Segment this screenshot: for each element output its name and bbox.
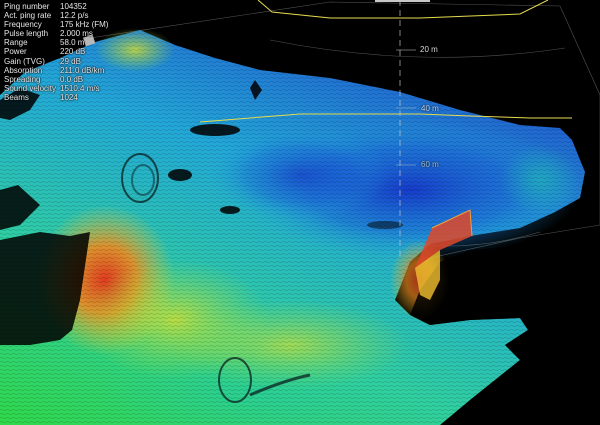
readout-row: Gain (TVG) 29 dB xyxy=(4,57,132,66)
range-label-60: 60 m xyxy=(421,160,439,169)
range-label-40: 40 m xyxy=(421,104,439,113)
readout-row: Sound velocity 1510.4 m/s xyxy=(4,84,132,93)
readout-label: Absorption xyxy=(4,65,43,75)
readout-value: 175 kHz (FM) xyxy=(60,20,109,30)
range-label-20: 20 m xyxy=(420,45,438,54)
readout-row: Absorption 211.0 dB/km xyxy=(4,66,132,75)
readout-value: 2.000 ms xyxy=(60,29,93,39)
readout-row: Ping number 104352 xyxy=(4,2,132,11)
readout-value: 1024 xyxy=(60,92,78,102)
readout-row: Act. ping rate 12.2 p/s xyxy=(4,11,132,20)
readout-row: Beams 1024 xyxy=(4,93,132,102)
readout-value: 1510.4 m/s xyxy=(60,83,100,93)
swath-track-top xyxy=(257,0,549,19)
sonar-parameter-readout: Ping number 104352 Act. ping rate 12.2 p/s F… xyxy=(4,2,132,102)
readout-label: Beams xyxy=(4,92,29,102)
readout-label: Ping number xyxy=(4,2,50,11)
readout-label: Spreading xyxy=(4,74,41,84)
readout-row: Pulse length 2.000 ms xyxy=(4,29,132,38)
readout-label: Gain (TVG) xyxy=(4,56,45,66)
readout-value: 0.0 dB xyxy=(60,74,84,84)
sonar-viewport[interactable]: Ping number 104352 Act. ping rate 12.2 p/s F… xyxy=(0,0,600,425)
readout-value: 211.0 dB/km xyxy=(60,65,105,75)
readout-value: 220 dB xyxy=(60,47,86,57)
readout-label: Power xyxy=(4,47,27,57)
readout-value: 12.2 p/s xyxy=(60,11,89,21)
readout-row: Frequency 175 kHz (FM) xyxy=(4,20,132,29)
readout-value: 104352 xyxy=(60,2,87,11)
readout-label: Frequency xyxy=(4,20,42,30)
readout-label: Pulse length xyxy=(4,29,49,39)
readout-value: 29 dB xyxy=(60,56,81,66)
readout-label: Sound velocity xyxy=(4,83,57,93)
swath-marker xyxy=(375,0,430,2)
range-ring-20-arc xyxy=(269,39,566,58)
readout-row: Power 220 dB xyxy=(4,47,132,56)
readout-label: Act. ping rate xyxy=(4,11,52,21)
readout-row: Spreading 0.0 dB xyxy=(4,75,132,84)
